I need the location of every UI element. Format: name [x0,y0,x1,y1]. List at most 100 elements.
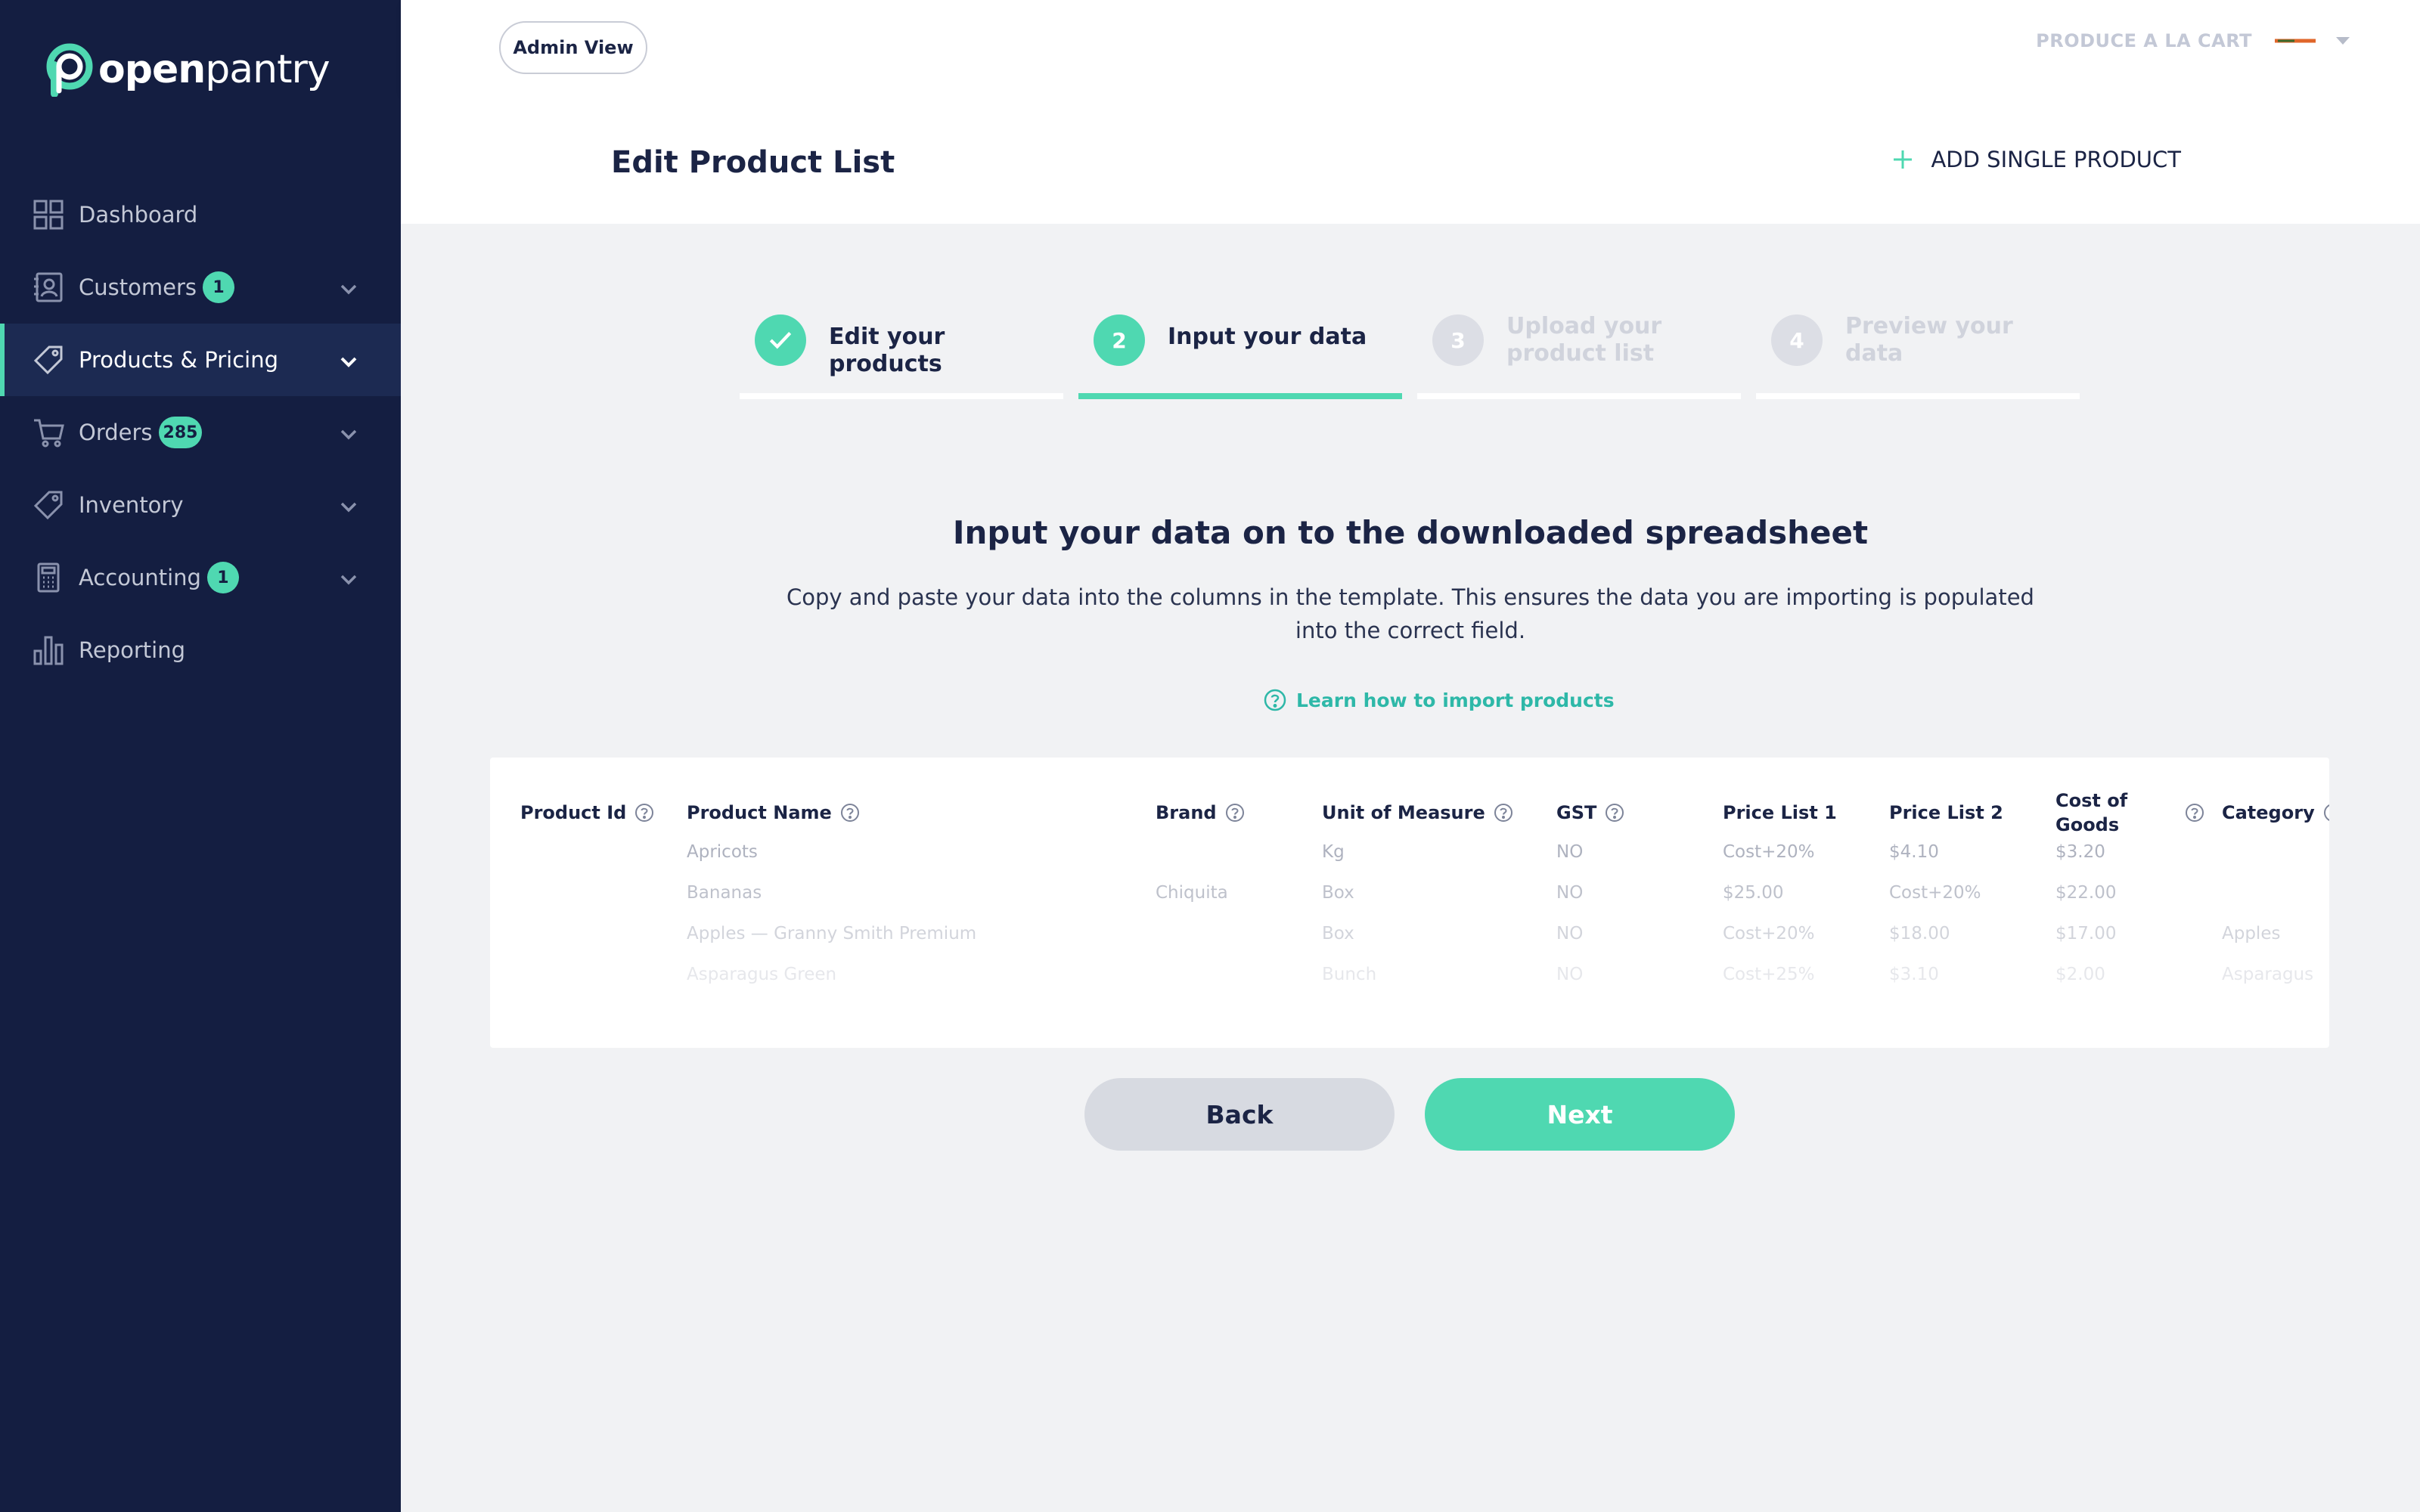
add-single-product-button[interactable]: ADD SINGLE PRODUCT [1891,147,2181,172]
orders-badge: 285 [158,417,203,448]
table-row: Apples — Granny Smith Premium Box NO Cos… [490,924,2329,965]
contact-book-icon [32,271,65,304]
table-row: Asparagus Green Bunch NO Cost+25% $3.10 … [490,965,2329,1005]
table-row: Bananas Chiquita Box NO $25.00 Cost+20% … [490,883,2329,924]
table-cell: Box [1322,924,1354,943]
sidebar-item-inventory[interactable]: Inventory [0,469,401,541]
chevron-down-icon[interactable] [336,349,361,375]
table-cell: Apples [2222,924,2281,943]
column-header-label: Product Name [687,802,832,823]
sidebar-item-label: Products & Pricing [79,347,279,373]
step-number: 4 [1771,314,1823,366]
sidebar-item-orders[interactable]: Orders 285 [0,396,401,469]
learn-import-label: Learn how to import products [1296,689,1615,711]
table-cell: $18.00 [1889,924,1950,943]
table-cell: Kg [1322,842,1345,862]
checkmark-icon [755,314,806,366]
table-cell: Asparagus [2222,965,2314,984]
help-icon[interactable] [1224,802,1246,823]
back-button[interactable]: Back [1084,1078,1395,1151]
admin-view-button[interactable]: Admin View [499,21,647,74]
chevron-down-icon[interactable] [336,494,361,520]
table-cell: $22.00 [2055,883,2117,903]
table-cell: NO [1556,842,1584,862]
section-description: Copy and paste your data into the column… [786,584,2034,643]
help-icon[interactable] [2184,802,2205,823]
table-cell: $25.00 [1723,883,1784,903]
table-cell: $3.10 [1889,965,1939,984]
help-icon[interactable] [2322,802,2329,823]
price-tag-icon [32,343,65,376]
help-icon[interactable] [1604,802,1625,823]
grid-icon [32,198,65,231]
chevron-down-icon[interactable] [336,567,361,593]
shopping-cart-icon [32,416,65,449]
step-edit-products[interactable]: Edit your products [740,310,1063,399]
sidebar-item-label: Accounting [79,565,201,590]
account-logo-icon [2273,36,2318,46]
table-cell: Cost+20% [1889,883,1981,903]
sidebar-item-label: Inventory [79,492,184,518]
caret-down-icon [2336,37,2350,45]
stepper: Edit your products 2 Input your data 3 U… [740,310,2081,399]
step-progress-bar [740,393,1063,399]
step-progress-bar [1417,393,1741,399]
openpantry-logo[interactable]: openpantry [44,39,330,100]
table-cell: Cost+20% [1723,924,1815,943]
add-single-product-label: ADD SINGLE PRODUCT [1931,147,2181,172]
sidebar-item-reporting[interactable]: Reporting [0,614,401,686]
learn-import-link[interactable]: Learn how to import products [1263,688,1615,712]
sidebar-item-customers[interactable]: Customers 1 [0,251,401,324]
step-progress-bar [1078,393,1402,399]
step-progress-bar [1756,393,2080,399]
sidebar-item-label: Customers [79,274,197,300]
plus-icon [1894,150,1913,169]
table-cell: Cost+20% [1723,842,1815,862]
table-cell: $2.00 [2055,965,2105,984]
section-heading: Input your data on to the downloaded spr… [952,514,1869,551]
chevron-down-icon[interactable] [336,422,361,448]
table-cell: $4.10 [1889,842,1939,862]
chevron-down-icon[interactable] [336,277,361,302]
accounting-badge: 1 [206,562,239,593]
step-preview-data[interactable]: 4 Preview your data [1756,310,2080,399]
column-header-label: Category [2222,802,2315,823]
sidebar-item-accounting[interactable]: Accounting 1 [0,541,401,614]
step-label: Input your data [1168,324,1367,350]
logo-text: openpantry [98,47,330,92]
help-icon[interactable] [839,802,861,823]
step-input-data[interactable]: 2 Input your data [1078,310,1402,399]
account-switcher[interactable]: PRODUCE A LA CART [2036,30,2352,51]
table-cell: Cost+25% [1723,965,1815,984]
bar-chart-icon [32,634,65,667]
column-header-label: Product Id [520,802,627,823]
top-bar: Admin View PRODUCE A LA CART [401,0,2420,94]
step-label: Upload your product list [1506,313,1662,367]
table-cell: Chiquita [1156,883,1228,903]
step-label: Edit your products [829,324,945,377]
sidebar-nav: Dashboard Customers 1 Products & Pricing… [0,178,401,686]
column-header-label: GST [1556,802,1597,823]
sample-data-table: Product Id Product Name Brand Unit of Me… [490,758,2329,1048]
help-circle-icon [1264,689,1286,711]
table-cell: NO [1556,965,1584,984]
sidebar-item-products-pricing[interactable]: Products & Pricing [0,324,401,396]
tag-icon [32,488,65,522]
calculator-icon [32,561,65,594]
table-cell: Apricots [687,842,758,862]
customers-badge: 1 [202,271,234,303]
page-header: Edit Product List ADD SINGLE PRODUCT [401,94,2420,224]
help-icon[interactable] [1493,802,1514,823]
account-name: PRODUCE A LA CART [2036,30,2252,51]
table-cell: Apples — Granny Smith Premium [687,924,977,943]
help-icon[interactable] [634,802,655,823]
sidebar-item-label: Orders [79,420,153,445]
sidebar-item-dashboard[interactable]: Dashboard [0,178,401,251]
step-upload-product-list[interactable]: 3 Upload your product list [1417,310,1741,399]
next-button[interactable]: Next [1425,1078,1735,1151]
sidebar-item-label: Reporting [79,637,185,663]
column-header-label: Price List 1 [1723,802,1837,823]
table-cell: $17.00 [2055,924,2117,943]
page-title: Edit Product List [611,145,895,180]
table-cell: $3.20 [2055,842,2105,862]
